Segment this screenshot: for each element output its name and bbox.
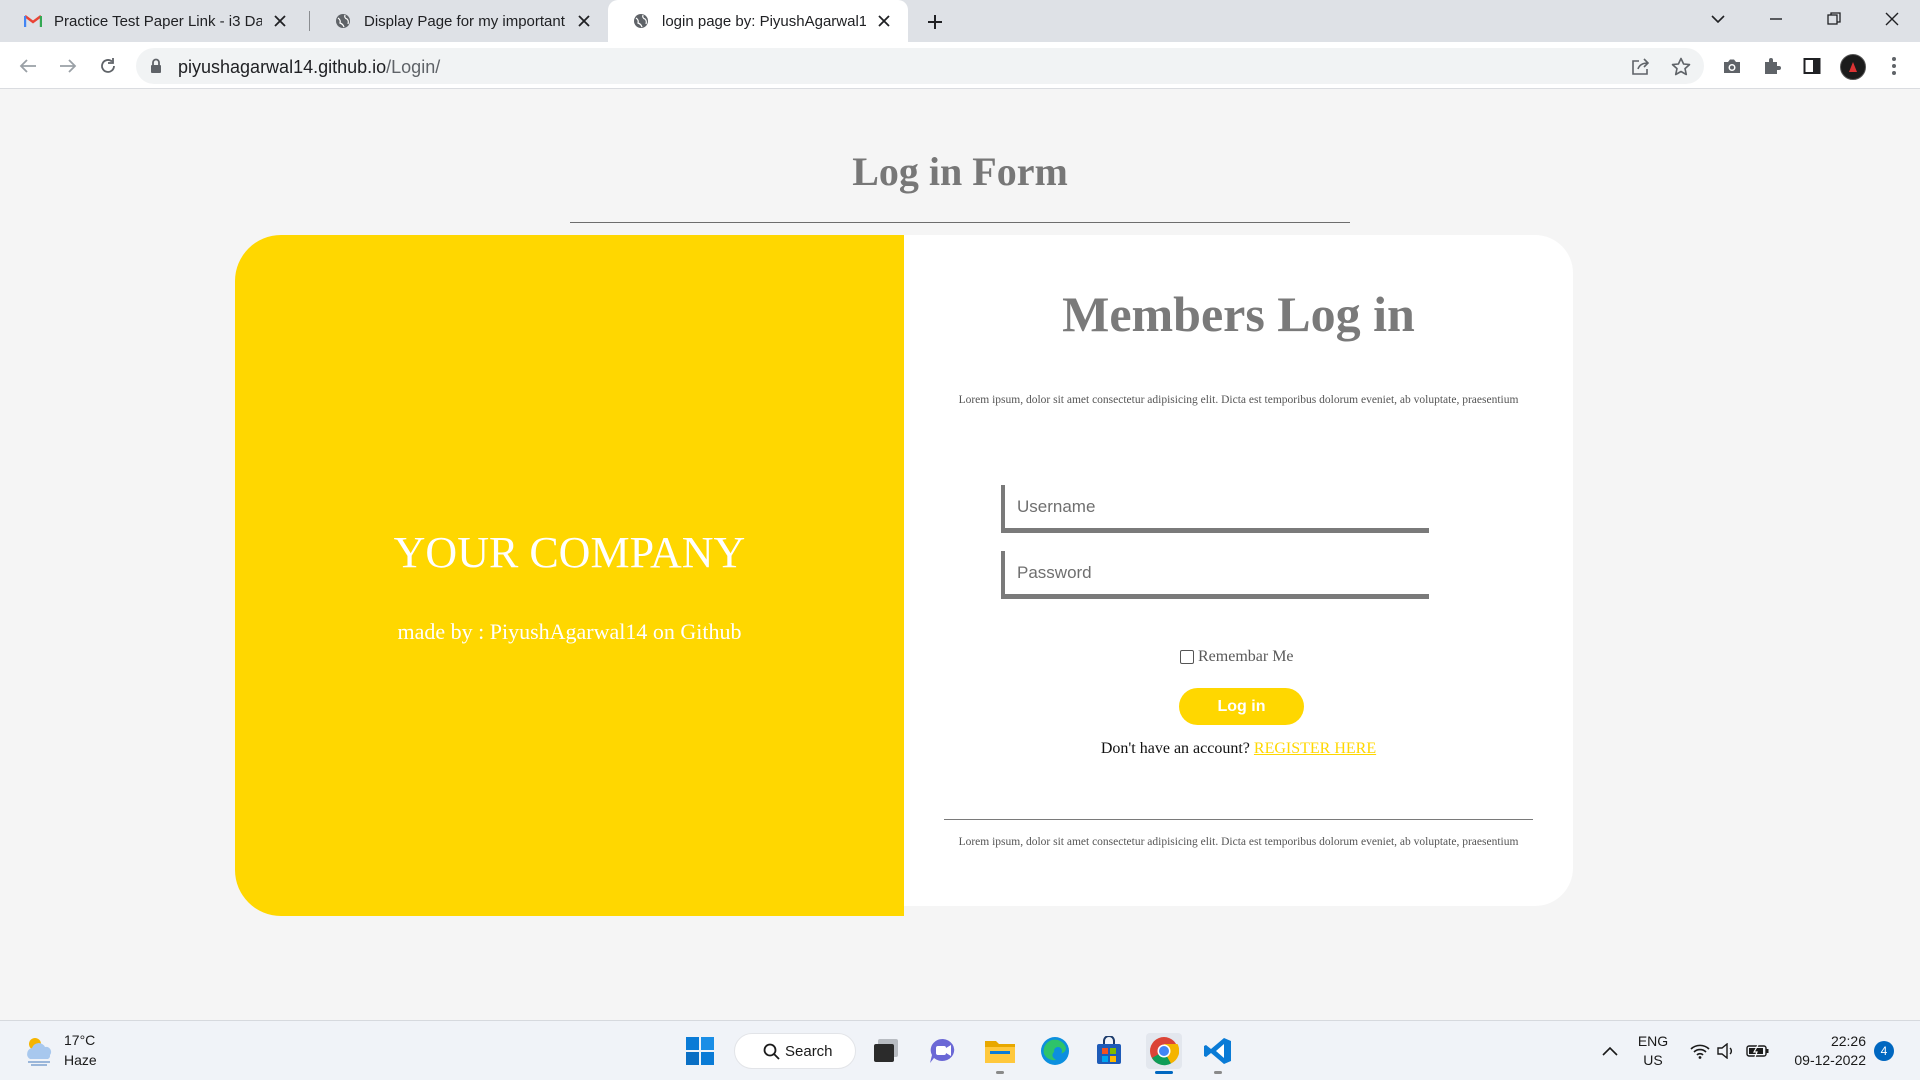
password-input[interactable] <box>1005 551 1429 594</box>
wifi-icon[interactable] <box>1688 1021 1712 1080</box>
tab-title: login page by: PiyushAgarwal14 <box>662 12 866 30</box>
register-prompt: Don't have an account? REGISTER HERE <box>904 740 1573 758</box>
remember-me[interactable]: Remembar Me <box>1180 648 1294 666</box>
page-title: Log in Form <box>852 149 1068 194</box>
camera-icon[interactable] <box>1718 52 1746 80</box>
language-region: US <box>1643 1052 1663 1068</box>
title-divider <box>570 222 1350 223</box>
hidden-icons-chevron[interactable] <box>1596 1021 1624 1080</box>
clock[interactable]: 22:26 09-12-2022 <box>1782 1032 1866 1070</box>
tab-title: Display Page for my important w <box>364 12 566 30</box>
close-icon[interactable] <box>874 11 894 31</box>
footer-text: Lorem ipsum, dolor sit amet consectetur … <box>958 836 1519 848</box>
lock-icon[interactable] <box>150 58 162 79</box>
password-field[interactable] <box>1001 551 1429 599</box>
menu-kebab-icon[interactable] <box>1880 52 1908 80</box>
search-icon <box>763 1043 780 1064</box>
notification-badge[interactable]: 4 <box>1874 1041 1894 1061</box>
close-icon[interactable] <box>574 11 594 31</box>
weather-haze-icon[interactable] <box>22 1033 56 1067</box>
username-input[interactable] <box>1005 485 1429 528</box>
globe-icon <box>632 12 650 30</box>
reload-button[interactable] <box>94 52 122 80</box>
address-bar[interactable]: piyushagarwal14.github.io/Login/ <box>136 48 1704 84</box>
minimize-button[interactable] <box>1756 0 1796 38</box>
account-prompt-text: Don't have an account? <box>1100 740 1250 757</box>
input-language[interactable]: ENG US <box>1628 1032 1678 1070</box>
task-view-icon[interactable] <box>868 1033 904 1069</box>
tab-search-button[interactable] <box>1698 0 1738 38</box>
share-icon[interactable] <box>1630 56 1652 78</box>
store-icon[interactable] <box>1091 1033 1127 1069</box>
close-window-button[interactable] <box>1872 0 1912 38</box>
close-icon[interactable] <box>270 11 290 31</box>
profile-avatar[interactable] <box>1840 54 1866 80</box>
edge-icon[interactable] <box>1037 1033 1073 1069</box>
battery-icon[interactable] <box>1744 1021 1772 1080</box>
url-host: piyushagarwal14.github.io <box>178 57 387 77</box>
company-name: YOUR COMPANY <box>393 528 746 577</box>
remember-label: Remembar Me <box>1198 648 1294 665</box>
chrome-icon[interactable] <box>1146 1033 1182 1069</box>
tab-gmail[interactable]: Practice Test Paper Link - i3 Day C <box>0 0 304 42</box>
search-label: Search <box>785 1042 833 1060</box>
username-field[interactable] <box>1001 485 1429 533</box>
restore-button[interactable] <box>1814 0 1854 38</box>
globe-icon <box>334 12 352 30</box>
teams-chat-icon[interactable] <box>925 1033 961 1069</box>
file-explorer-icon[interactable] <box>982 1033 1018 1069</box>
author-credit: made by : PiyushAgarwal14 on Github <box>397 619 742 644</box>
vscode-icon[interactable] <box>1200 1033 1236 1069</box>
side-panel-icon[interactable] <box>1798 52 1826 80</box>
windows-start-icon[interactable] <box>682 1033 718 1069</box>
forward-button[interactable] <box>54 52 82 80</box>
company-panel: YOUR COMPANY made by : PiyushAgarwal14 o… <box>235 235 904 916</box>
extensions-puzzle-icon[interactable] <box>1758 52 1786 80</box>
url-text: piyushagarwal14.github.io/Login/ <box>178 57 440 78</box>
intro-text: Lorem ipsum, dolor sit amet consectetur … <box>958 394 1519 406</box>
tab-login-page[interactable]: login page by: PiyushAgarwal14 <box>608 0 908 42</box>
clock-date: 09-12-2022 <box>1794 1052 1866 1068</box>
register-link[interactable]: REGISTER HERE <box>1254 740 1376 757</box>
weather-condition[interactable]: Haze <box>64 1052 97 1068</box>
bookmark-star-icon[interactable] <box>1670 56 1692 78</box>
gmail-icon <box>24 12 42 30</box>
url-path: /Login/ <box>386 57 441 77</box>
running-indicator <box>996 1071 1004 1074</box>
browser-toolbar: piyushagarwal14.github.io/Login/ <box>0 42 1920 89</box>
login-panel: Members Log in Lorem ipsum, dolor sit am… <box>904 235 1573 906</box>
login-button[interactable]: Log in <box>1179 688 1304 725</box>
windows-taskbar: 17°C Haze Search ENG US 22:26 09-12-2022… <box>0 1020 1920 1080</box>
browser-tab-strip: Practice Test Paper Link - i3 Day C Disp… <box>0 0 1920 42</box>
back-button[interactable] <box>14 52 42 80</box>
login-heading: Members Log in <box>1062 286 1415 342</box>
running-indicator <box>1214 1071 1222 1074</box>
language-code: ENG <box>1637 1033 1669 1049</box>
active-app-indicator <box>1155 1071 1173 1074</box>
new-tab-button[interactable] <box>922 9 948 35</box>
volume-icon[interactable] <box>1714 1021 1738 1080</box>
weather-temperature[interactable]: 17°C <box>64 1032 95 1048</box>
tab-title: Practice Test Paper Link - i3 Day C <box>54 12 262 30</box>
taskbar-search[interactable]: Search <box>734 1033 856 1069</box>
tab-display-page[interactable]: Display Page for my important w <box>310 0 608 42</box>
remember-checkbox[interactable] <box>1180 650 1194 664</box>
clock-time: 22:26 <box>1830 1033 1866 1049</box>
footer-divider <box>944 819 1533 820</box>
